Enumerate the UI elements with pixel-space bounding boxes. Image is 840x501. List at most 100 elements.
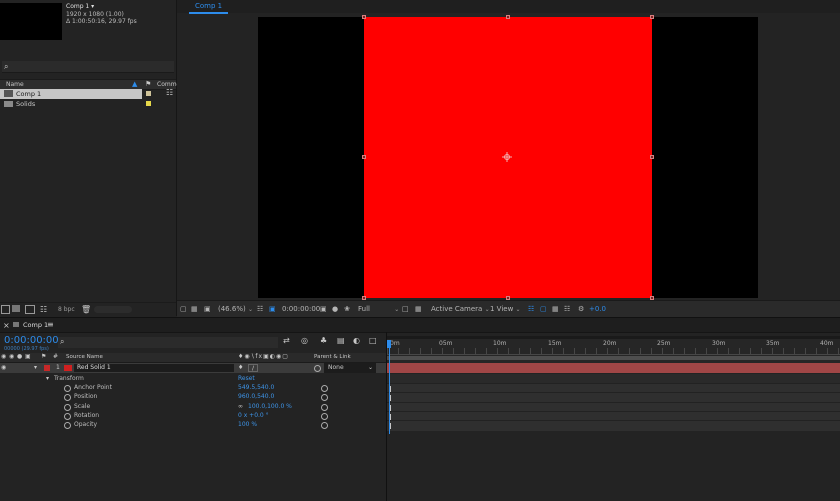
comp-canvas[interactable] (258, 15, 758, 300)
fast-preview-icon[interactable]: ▢ (540, 304, 547, 314)
motion-blur-icon[interactable]: ◐ (353, 336, 360, 345)
graph-editor-icon[interactable]: □ (369, 336, 377, 345)
label-swatch[interactable] (146, 101, 151, 106)
stopwatch-icon[interactable] (64, 413, 71, 420)
property-value[interactable]: 960.0,540.0 (238, 392, 274, 402)
panel-menu-icon[interactable]: ≡ (47, 320, 54, 329)
draft-3d-icon[interactable]: ◎ (301, 336, 308, 345)
layer-switches-icon[interactable]: ♦◉∖fx▣◐◉▢ (238, 353, 289, 360)
audio-switch-icon[interactable]: ◉ (9, 353, 14, 360)
quality-switch-icon[interactable]: ∕ (248, 364, 258, 372)
show-snapshot-icon[interactable]: ● (332, 304, 338, 314)
project-item-solids[interactable]: Solids (0, 99, 176, 109)
transform-handle[interactable] (650, 15, 654, 19)
timeline-timecode[interactable]: 0:00:00:00 (4, 335, 59, 346)
exposure-value[interactable]: +0.0 (589, 304, 606, 314)
color-channel-icon[interactable]: ❀ (344, 304, 350, 314)
tab-comp1[interactable]: Comp 1 (23, 321, 48, 329)
project-item-comp1[interactable]: Comp 1 (0, 89, 142, 99)
playhead-line[interactable] (389, 346, 390, 434)
transform-handle[interactable] (362, 155, 366, 159)
eye-icon[interactable]: ◉ (1, 364, 6, 371)
property-value[interactable]: 100 % (238, 420, 257, 430)
timeline-icon[interactable]: ▦ (552, 304, 559, 314)
expression-pickwhip-icon[interactable] (321, 385, 328, 392)
work-area-bar[interactable] (387, 356, 840, 360)
snapshot-icon[interactable]: ▣ (320, 304, 327, 314)
layer-name[interactable]: Red Solid 1 (74, 364, 234, 372)
transparency-grid-icon[interactable]: ▦ (415, 304, 422, 314)
project-comp-name[interactable]: Comp 1 ▾ (66, 3, 94, 10)
new-composition-icon[interactable] (25, 305, 35, 314)
label-tag-icon[interactable]: ⚑ (41, 353, 46, 360)
views-dropdown[interactable]: 1 View ⌄ (490, 304, 521, 315)
expand-arrow-icon[interactable]: ▾ (34, 364, 37, 371)
vr-icon[interactable]: ▣ (204, 304, 211, 314)
zoom-dropdown[interactable]: (46.6%) ⌄ (218, 304, 253, 315)
video-switch-icon[interactable]: ◉ (1, 353, 6, 360)
expression-pickwhip-icon[interactable] (321, 394, 328, 401)
frame-blending-icon[interactable]: ▤ (337, 336, 345, 345)
layer-label-color[interactable] (44, 365, 50, 371)
project-search-input[interactable]: ⌕ (2, 61, 174, 73)
stopwatch-icon[interactable] (64, 422, 71, 429)
shy-switch-icon[interactable]: ♦ (238, 364, 243, 371)
transform-handle[interactable] (362, 15, 366, 19)
close-icon[interactable]: × (3, 321, 10, 330)
adjust-icon[interactable]: ☷ (40, 305, 47, 314)
flowchart-icon[interactable]: ☷ (166, 88, 173, 97)
trash-icon[interactable]: 🗑 (81, 305, 91, 314)
timeline-search-input[interactable]: ⌕ (58, 337, 278, 348)
label-tag-icon[interactable]: ⚑ (145, 80, 151, 88)
property-row-opacity[interactable]: Opacity 100 % (0, 420, 386, 430)
frame-info: 00000 (29.97 fps) (4, 346, 49, 352)
comp-mini-flowchart-icon[interactable]: ⇄ (283, 336, 290, 345)
comp-thumbnail (0, 3, 62, 40)
camera-dropdown[interactable]: Active Camera ⌄ (431, 304, 490, 315)
region-icon[interactable]: ▣ (269, 304, 276, 314)
grid-icon[interactable]: ☷ (257, 304, 263, 314)
expression-pickwhip-icon[interactable] (321, 404, 328, 411)
viewer-timecode[interactable]: 0:00:00:00 (282, 304, 320, 314)
bit-depth-button[interactable]: 8 bpc (58, 306, 75, 313)
always-preview-icon[interactable]: ▢ (180, 304, 187, 314)
sort-up-icon[interactable]: ▲ (132, 80, 137, 88)
label-swatch[interactable] (146, 91, 151, 96)
comp-size-info: 1920 x 1080 (1.00) (66, 11, 124, 18)
parent-dropdown[interactable]: None ⌄ (324, 363, 376, 373)
col-name[interactable]: Name (6, 81, 24, 88)
layer-duration-bar[interactable] (387, 363, 840, 373)
anchor-point-icon[interactable] (502, 152, 512, 162)
transform-handle[interactable] (506, 15, 510, 19)
property-row-position[interactable]: Position 960.0,540.0 (0, 392, 386, 402)
expression-pickwhip-icon[interactable] (321, 413, 328, 420)
thumbnail-size-slider[interactable] (94, 306, 132, 313)
col-parent-link[interactable]: Parent & Link (314, 354, 351, 360)
col-source-name[interactable]: Source Name (66, 354, 103, 360)
viewer-tab-bar: Comp 1 (177, 0, 840, 14)
transform-handle[interactable] (650, 155, 654, 159)
chevron-down-icon[interactable]: ▾ (91, 3, 94, 10)
roi-icon[interactable]: □ (402, 304, 409, 314)
time-navigator[interactable] (387, 336, 840, 339)
exposure-reset-icon[interactable]: ⚙ (578, 304, 584, 314)
stopwatch-icon[interactable] (64, 394, 71, 401)
interpret-footage-icon[interactable] (1, 305, 10, 314)
resolution-dropdown[interactable]: Full ⌄ (358, 304, 399, 315)
hash-icon[interactable]: # (53, 353, 58, 360)
lock-icon[interactable]: ▣ (25, 353, 31, 360)
stopwatch-icon[interactable] (64, 404, 71, 411)
toggle-pixel-icon[interactable]: ☷ (528, 304, 534, 314)
stopwatch-icon[interactable] (64, 385, 71, 392)
tab-comp1[interactable]: Comp 1 (189, 1, 229, 14)
solo-switch-icon[interactable]: ● (17, 353, 22, 360)
shy-layers-icon[interactable]: ♣ (320, 336, 327, 345)
new-folder-icon[interactable] (12, 305, 20, 312)
time-ruler[interactable]: 0m 05m 10m 15m 20m 25m 30m 35m 40m (387, 336, 840, 363)
ruler-ticks (387, 348, 840, 355)
monitor-icon[interactable]: ▦ (191, 304, 198, 314)
layer-row[interactable]: ◉ ▾ 1 Red Solid 1 ♦ ∕ None ⌄ (0, 363, 386, 373)
pickwhip-icon[interactable] (314, 365, 321, 372)
expression-pickwhip-icon[interactable] (321, 422, 328, 429)
flowchart-icon[interactable]: ☷ (564, 304, 570, 314)
